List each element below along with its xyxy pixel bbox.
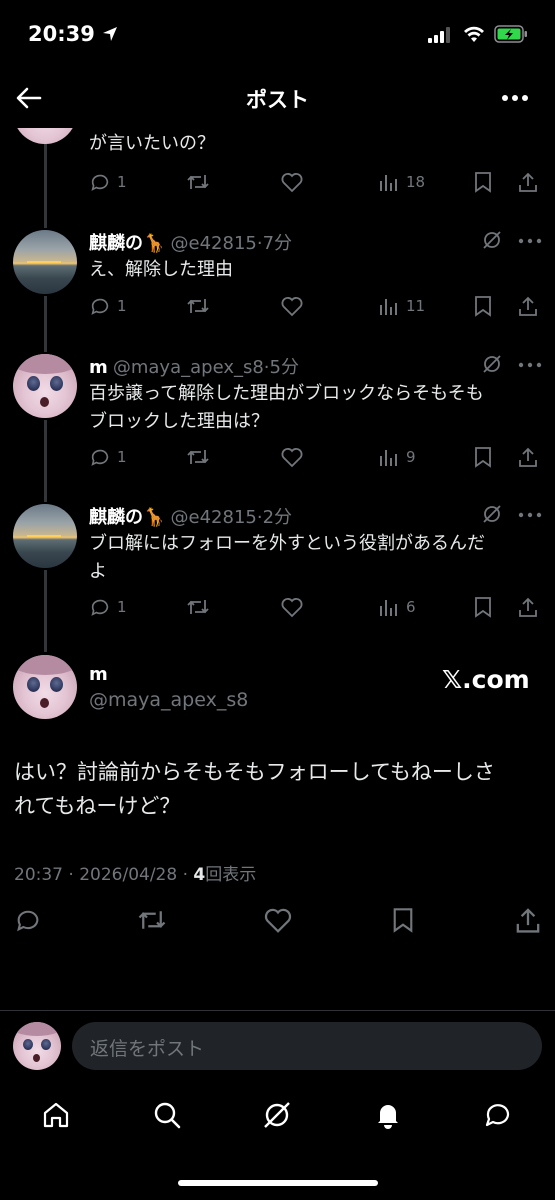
post-meta: 20:37 · 2026/04/28 · 4回表示 [14, 860, 256, 885]
bookmark-button[interactable] [390, 906, 416, 934]
grok-icon[interactable] [261, 1099, 293, 1131]
views-label: 回表示 [205, 865, 257, 885]
display-name[interactable]: 麒麟の🦒 [89, 233, 165, 254]
views-button[interactable]: 18 [378, 171, 425, 193]
post-text-line: はい？討論前からそもそもフォローしてもねーしさ [14, 760, 495, 784]
reply-button[interactable] [14, 906, 42, 934]
bookmark-button[interactable] [472, 446, 494, 468]
reply-count: 1 [117, 598, 127, 616]
display-name[interactable]: 麒麟の🦒 [89, 507, 165, 528]
handle-time: @e42815·7分 [170, 233, 293, 254]
reply-button[interactable]: 1 [89, 446, 127, 468]
reply-text: よ [89, 561, 107, 582]
reply-header: m @maya_apex_s8·5分 [89, 353, 299, 379]
views-count: 4 [193, 865, 206, 885]
grok-icon[interactable] [481, 353, 503, 375]
views-count: 6 [406, 598, 416, 616]
share-button[interactable] [517, 171, 539, 193]
search-icon[interactable] [151, 1099, 183, 1131]
repost-button[interactable] [186, 596, 210, 618]
avatar[interactable] [13, 655, 77, 719]
grok-icon[interactable] [481, 229, 503, 251]
post-text: はい？討論前からそもそもフォローしてもねーしさ れてもねーけど？ [14, 755, 495, 823]
views-count: 11 [406, 297, 426, 315]
x-com-watermark: 𝕏.com [442, 665, 530, 694]
more-options-icon[interactable] [518, 512, 542, 518]
handle-time: @maya_apex_s8·5分 [112, 357, 299, 378]
views-button[interactable]: 6 [378, 596, 416, 618]
reply-placeholder: 返信をポスト [90, 1038, 205, 1060]
views-button[interactable]: 11 [378, 295, 425, 317]
bookmark-button[interactable] [472, 171, 494, 193]
reply-count: 1 [117, 297, 127, 315]
grok-icon[interactable] [481, 503, 503, 525]
status-time: 20:39 [28, 22, 95, 46]
reply-header: 麒麟の🦒 @e42815·2分 [89, 503, 292, 529]
repost-button[interactable] [186, 171, 210, 193]
thread-line [44, 420, 47, 502]
more-options-icon[interactable] [518, 238, 542, 244]
reply-text: え、解除した理由 [89, 259, 233, 280]
share-button[interactable] [517, 596, 539, 618]
avatar[interactable] [13, 504, 77, 568]
repost-button[interactable] [186, 295, 210, 317]
views-button[interactable]: 9 [378, 446, 416, 468]
page-title: ポスト [246, 88, 309, 112]
handle[interactable]: @maya_apex_s8 [89, 689, 248, 711]
bookmark-button[interactable] [472, 295, 494, 317]
like-button[interactable] [280, 446, 304, 468]
battery-charging-icon [494, 24, 528, 44]
like-button[interactable] [280, 596, 304, 618]
bookmark-button[interactable] [472, 596, 494, 618]
cellular-signal-icon [428, 27, 454, 43]
avatar[interactable] [13, 354, 77, 418]
user-avatar[interactable] [13, 1022, 61, 1070]
views-count: 18 [406, 173, 426, 191]
repost-button[interactable] [137, 906, 167, 934]
like-button[interactable] [280, 171, 304, 193]
thread-line [44, 296, 47, 352]
thread-line [44, 570, 47, 652]
reply-text: 百歩譲って解除した理由がブロックならそもそも [89, 383, 484, 404]
post-timestamp: 20:37 · 2026/04/28 · [14, 865, 194, 885]
home-icon[interactable] [40, 1099, 72, 1131]
avatar[interactable] [13, 230, 77, 294]
more-options-icon[interactable] [518, 362, 542, 368]
like-button[interactable] [280, 295, 304, 317]
reply-button[interactable]: 1 [89, 171, 127, 193]
display-name[interactable]: m [89, 357, 108, 378]
views-count: 9 [406, 448, 416, 466]
messages-icon[interactable] [482, 1099, 514, 1131]
more-options-icon[interactable] [500, 90, 530, 106]
share-button[interactable] [514, 906, 542, 934]
reply-header: 麒麟の🦒 @e42815·7分 [89, 229, 292, 255]
reply-count: 1 [117, 448, 127, 466]
reply-text: ブロックした理由は？ [89, 411, 269, 432]
post-text-line: れてもねーけど？ [14, 794, 181, 818]
reply-button[interactable]: 1 [89, 596, 127, 618]
reply-count: 1 [117, 173, 127, 191]
reply-button[interactable]: 1 [89, 295, 127, 317]
reply-text: ブロ解にはフォローを外すという役割があるんだ [89, 533, 485, 554]
wifi-icon [462, 24, 486, 44]
like-button[interactable] [263, 906, 293, 934]
share-button[interactable] [517, 446, 539, 468]
share-button[interactable] [517, 295, 539, 317]
handle-time: @e42815·2分 [170, 507, 293, 528]
display-name[interactable]: m [89, 664, 108, 685]
repost-button[interactable] [186, 446, 210, 468]
location-arrow-icon [101, 25, 119, 43]
reply-text: が言いたいの？ [89, 133, 215, 154]
divider [0, 1010, 555, 1011]
notifications-icon[interactable] [372, 1099, 404, 1131]
home-indicator[interactable] [178, 1180, 378, 1186]
